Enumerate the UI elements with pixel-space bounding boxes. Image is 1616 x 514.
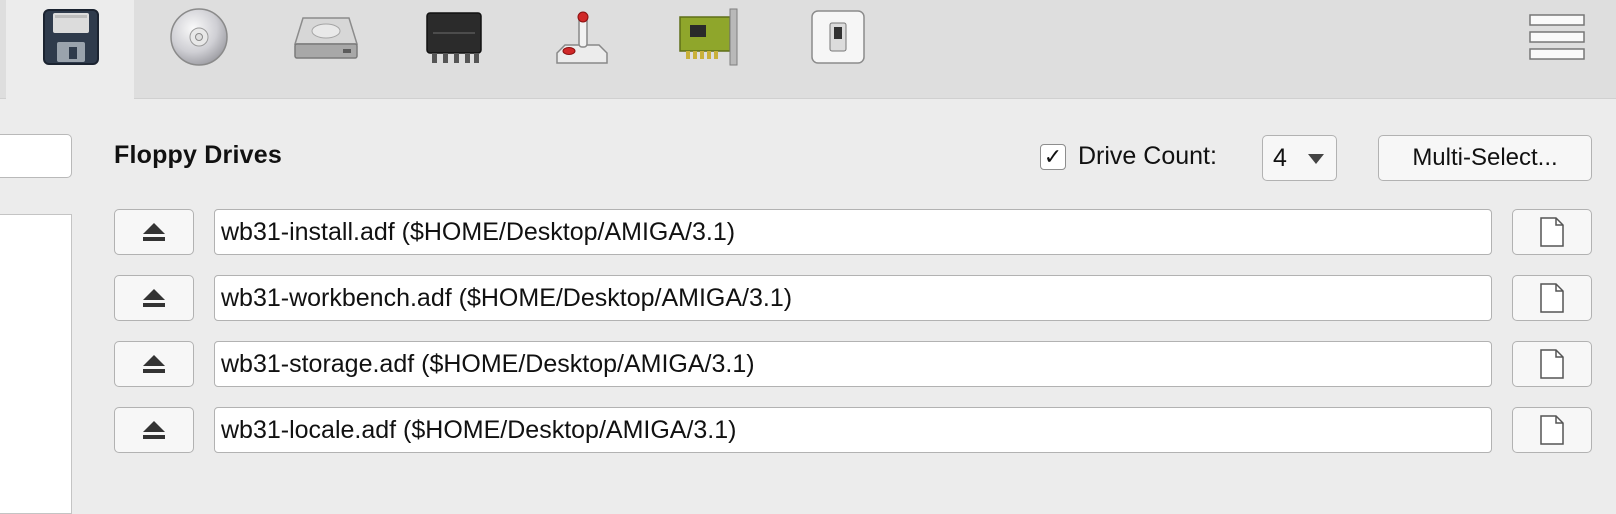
menu-icon[interactable] [1521, 4, 1593, 70]
drive-path-field[interactable]: wb31-install.adf ($HOME/Desktop/AMIGA/3.… [214, 209, 1492, 255]
document-icon [1540, 283, 1564, 313]
eject-icon [143, 355, 165, 373]
drive-count-value: 4 [1273, 144, 1287, 172]
memory-chip-icon[interactable] [418, 4, 490, 70]
multi-select-button[interactable]: Multi-Select... [1378, 135, 1592, 181]
switch-icon[interactable] [802, 4, 874, 70]
eject-button[interactable] [114, 341, 194, 387]
sidebar-search-input[interactable] [0, 134, 72, 178]
floppy-icon[interactable] [35, 4, 107, 70]
eject-icon [143, 421, 165, 439]
eject-icon [143, 223, 165, 241]
choose-file-button[interactable] [1512, 407, 1592, 453]
drive-path-field[interactable]: wb31-locale.adf ($HOME/Desktop/AMIGA/3.1… [214, 407, 1492, 453]
section-title: Floppy Drives [114, 141, 282, 169]
eject-button[interactable] [114, 209, 194, 255]
choose-file-button[interactable] [1512, 341, 1592, 387]
cd-icon[interactable] [163, 4, 235, 70]
drive-count-label: Drive Count: [1078, 142, 1217, 170]
drive-count-checkbox[interactable]: ✓ [1040, 144, 1066, 170]
document-icon [1540, 217, 1564, 247]
sidebar-list[interactable] [0, 214, 72, 514]
choose-file-button[interactable] [1512, 275, 1592, 321]
checkmark-icon: ✓ [1043, 144, 1063, 169]
drive-path-field[interactable]: wb31-storage.adf ($HOME/Desktop/AMIGA/3.… [214, 341, 1492, 387]
hard-drive-icon[interactable] [290, 4, 362, 70]
document-icon [1540, 415, 1564, 445]
eject-button[interactable] [114, 407, 194, 453]
drive-path-field[interactable]: wb31-workbench.adf ($HOME/Desktop/AMIGA/… [214, 275, 1492, 321]
expansion-card-icon[interactable] [674, 4, 746, 70]
document-icon [1540, 349, 1564, 379]
choose-file-button[interactable] [1512, 209, 1592, 255]
toolbar [0, 0, 1616, 100]
chevron-down-icon [1308, 154, 1324, 164]
joystick-icon[interactable] [546, 4, 618, 70]
drive-count-select[interactable]: 4 [1262, 135, 1337, 181]
eject-button[interactable] [114, 275, 194, 321]
eject-icon [143, 289, 165, 307]
